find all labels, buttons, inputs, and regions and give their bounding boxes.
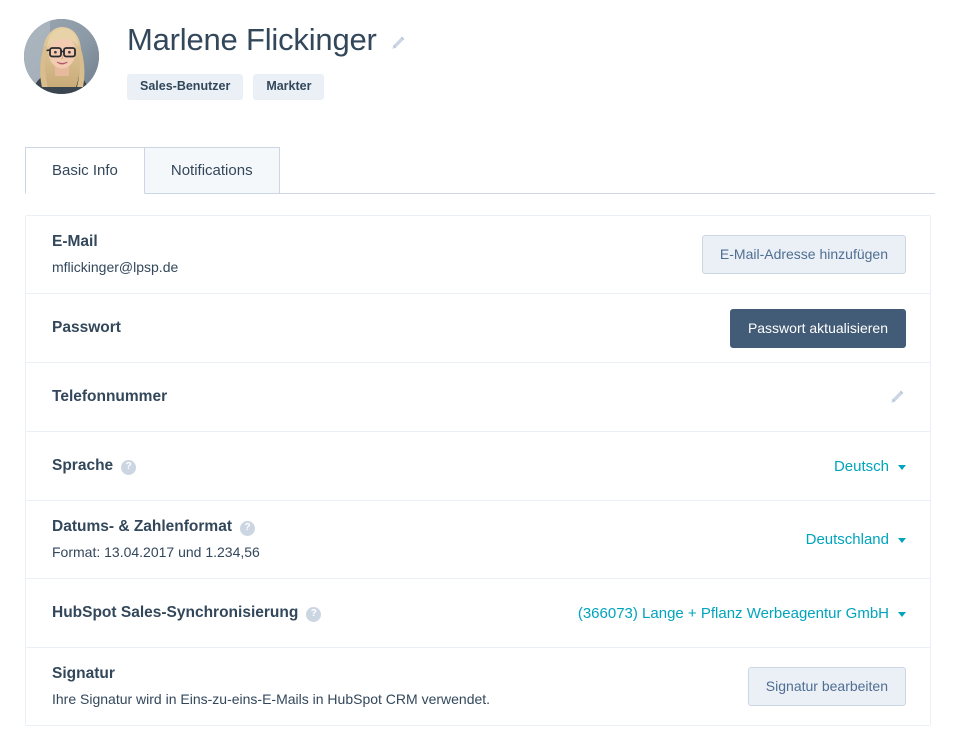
row-password: Passwort Passwort aktualisieren — [26, 294, 930, 363]
row-phone-title: Telefonnummer — [52, 388, 168, 405]
row-signature-title: Signatur — [52, 665, 115, 682]
date-number-format-dropdown-value: Deutschland — [805, 531, 889, 548]
row-signature-title-line: Signatur — [52, 664, 490, 684]
row-date-number-format-title: Datums- & Zahlenformat — [52, 518, 232, 535]
row-date-number-format-left: Datums- & Zahlenformat ? Format: 13.04.2… — [52, 501, 260, 578]
chevron-down-icon — [898, 464, 906, 470]
row-language: Sprache ? Deutsch — [26, 432, 930, 501]
tab-notifications[interactable]: Notifications — [144, 147, 280, 194]
chevron-down-icon — [898, 611, 906, 617]
row-email-right: E-Mail-Adresse hinzufügen — [701, 235, 906, 274]
edit-signature-button[interactable]: Signatur bearbeiten — [747, 667, 906, 706]
add-email-button[interactable]: E-Mail-Adresse hinzufügen — [701, 235, 906, 274]
language-help-icon[interactable]: ? — [121, 459, 137, 475]
row-email-title: E-Mail — [52, 233, 98, 250]
tab-bar: Basic Info Notifications — [25, 147, 935, 195]
row-language-title: Sprache — [52, 457, 114, 474]
row-phone: Telefonnummer — [26, 363, 930, 432]
date-number-format-dropdown[interactable]: Deutschland — [806, 531, 906, 548]
row-email-value: mflickinger@lpsp.de — [52, 259, 179, 275]
role-badges: Sales-Benutzer Markter — [127, 74, 325, 100]
row-email-left: E-Mail mflickinger@lpsp.de — [52, 216, 178, 293]
row-hubspot-sync: HubSpot Sales-Synchronisierung ? (366073… — [26, 579, 930, 648]
row-phone-left: Telefonnummer — [52, 371, 167, 423]
hubspot-sync-dropdown-value: (366073) Lange + Pflanz Werbeagentur Gmb… — [577, 604, 889, 622]
tab-bar-rule — [25, 193, 935, 194]
badge-role-1: Markter — [253, 74, 325, 100]
tab-notifications-label: Notifications — [170, 162, 253, 179]
row-date-number-format: Datums- & Zahlenformat ? Format: 13.04.2… — [26, 501, 930, 579]
row-hubspot-sync-title: HubSpot Sales-Synchronisierung — [52, 604, 299, 621]
hubspot-sync-help-icon[interactable]: ? — [306, 606, 322, 622]
date-number-format-help-icon[interactable]: ? — [240, 520, 255, 536]
profile-name-row: Marlene Flickinger — [127, 20, 407, 60]
avatar — [24, 19, 99, 94]
language-dropdown-value: Deutsch — [833, 457, 889, 475]
hubspot-sync-dropdown[interactable]: (366073) Lange + Pflanz Werbeagentur Gmb… — [578, 605, 906, 622]
profile-header: Marlene Flickinger Sales-Benutzer Markte… — [0, 0, 961, 135]
update-password-button[interactable]: Passwort aktualisieren — [729, 308, 906, 348]
row-password-right: Passwort aktualisieren — [729, 308, 906, 348]
row-language-title-line: Sprache ? — [52, 456, 137, 476]
row-password-title-line: Passwort — [52, 318, 121, 338]
row-hubspot-sync-right: (366073) Lange + Pflanz Werbeagentur Gmb… — [578, 605, 906, 622]
row-date-number-format-right: Deutschland — [806, 531, 906, 548]
row-language-left: Sprache ? — [52, 440, 137, 492]
row-signature-left: Signatur Ihre Signatur wird in Eins-zu-e… — [52, 648, 490, 725]
tab-basic-info[interactable]: Basic Info — [25, 147, 145, 194]
row-date-number-format-title-line: Datums- & Zahlenformat ? — [52, 517, 260, 537]
row-language-right: Deutsch — [834, 458, 906, 475]
row-email-title-line: E-Mail — [52, 232, 178, 252]
language-dropdown[interactable]: Deutsch — [834, 458, 906, 475]
row-hubspot-sync-left: HubSpot Sales-Synchronisierung ? — [52, 587, 322, 639]
chevron-down-icon — [898, 538, 906, 543]
row-signature-subtitle: Ihre Signatur wird in Eins-zu-eins-E-Mai… — [52, 691, 491, 707]
profile-settings-page: Marlene Flickinger Sales-Benutzer Markte… — [0, 0, 961, 739]
badge-role-0: Sales-Benutzer — [127, 74, 244, 100]
row-phone-right — [888, 388, 906, 406]
row-phone-title-line: Telefonnummer — [52, 387, 167, 407]
row-email: E-Mail mflickinger@lpsp.de E-Mail-Adress… — [26, 216, 930, 294]
edit-phone-pencil-icon[interactable] — [888, 388, 906, 406]
row-password-title: Passwort — [52, 319, 121, 336]
row-signature: Signatur Ihre Signatur wird in Eins-zu-e… — [26, 648, 930, 725]
row-date-number-format-subtitle: Format: 13.04.2017 und 1.234,56 — [52, 544, 260, 560]
settings-card: E-Mail mflickinger@lpsp.de E-Mail-Adress… — [25, 215, 931, 726]
row-hubspot-sync-title-line: HubSpot Sales-Synchronisierung ? — [52, 603, 322, 623]
row-password-left: Passwort — [52, 302, 121, 354]
page-title: Marlene Flickinger — [127, 22, 377, 57]
edit-name-pencil-icon[interactable] — [389, 34, 407, 52]
tab-basic-info-label: Basic Info — [52, 162, 118, 179]
row-signature-right: Signatur bearbeiten — [747, 667, 906, 706]
